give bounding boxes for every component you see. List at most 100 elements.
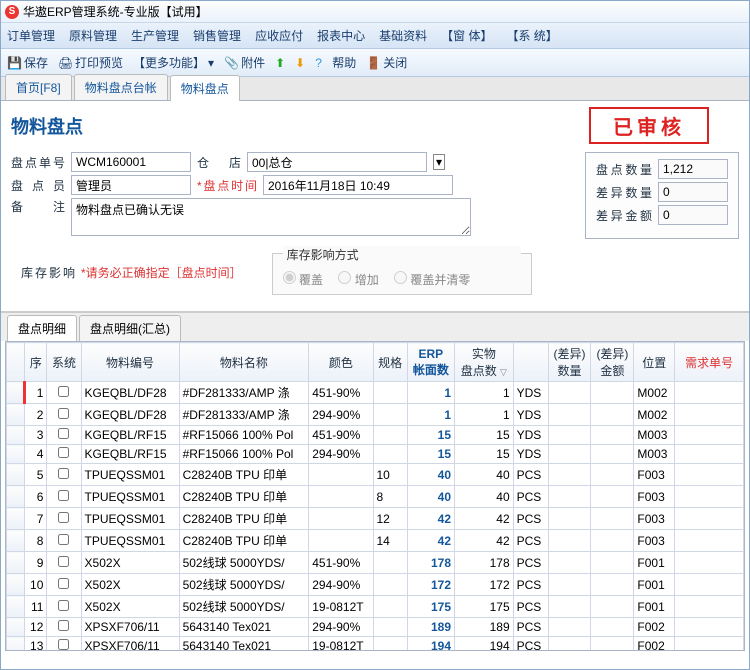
table-row[interactable]: 8 TPUEQSSM01C28240B TPU 印单14 4242PCS F00… [7,530,744,552]
table-row[interactable]: 1 KGEQBL/DF28#DF281333/AMP 涤451-90% 11YD… [7,382,744,404]
radio-overwrite[interactable]: 覆盖 [283,273,323,287]
save-button[interactable]: 💾保存 [7,54,48,71]
table-row[interactable]: 2 KGEQBL/DF28#DF281333/AMP 涤294-90% 11YD… [7,404,744,426]
val-diff-amt [658,205,728,225]
help-icon: ? [315,56,329,70]
col-seq[interactable]: 序 [25,343,47,382]
close-button[interactable]: 🚪关闭 [366,54,407,71]
row-checkbox[interactable] [58,490,69,501]
row-checkbox[interactable] [58,556,69,567]
radio-append[interactable]: 增加 [338,273,378,287]
col-code[interactable]: 物料编号 [81,343,179,382]
tab-home[interactable]: 首页[F8] [5,74,72,100]
menu-window[interactable]: 【窗 体】 [441,27,492,44]
help-button[interactable]: ?帮助 [315,54,356,71]
lbl-diff-amt: 差异金额 [596,207,652,224]
col-rowhead [7,343,25,382]
col-diffqty[interactable]: (差异)数量 [548,343,591,382]
row-checkbox[interactable] [58,428,69,439]
attach-button[interactable]: 📎附件 [224,54,265,71]
row-checkbox[interactable] [58,468,69,479]
val-qty [658,159,728,179]
subtab-detail[interactable]: 盘点明细 [7,315,77,341]
table-row[interactable]: 12 XPSXF706/115643140 Tex021294-90% 1891… [7,618,744,637]
disk-icon: 💾 [7,56,21,70]
lbl-user: 盘点员 [11,177,65,194]
row-checkbox[interactable] [58,534,69,545]
col-name[interactable]: 物料名称 [179,343,309,382]
row-checkbox[interactable] [58,578,69,589]
table-row[interactable]: 4 KGEQBL/RF15#RF15066 100% Pol294-90% 15… [7,445,744,464]
app-icon: S [5,5,19,19]
table-row[interactable]: 3 KGEQBL/RF15#RF15066 100% Pol451-90% 15… [7,426,744,445]
lbl-store: 仓 店 [197,154,241,171]
input-user[interactable] [71,175,191,195]
col-real[interactable]: 实物盘点数 ▽ [455,343,514,382]
table-row[interactable]: 11 X502X502线球 5000YDS/19-0812T 175175PCS… [7,596,744,618]
menu-production[interactable]: 生产管理 [131,27,179,44]
menu-materials[interactable]: 原料管理 [69,27,117,44]
table-row[interactable]: 10 X502X502线球 5000YDS/294-90% 172172PCS … [7,574,744,596]
down-button[interactable]: ⬇ [295,56,305,70]
page-tabs: 首页[F8] 物料盘点台帐 物料盘点 [1,77,749,101]
lbl-time: *盘点时间 [197,177,257,194]
menu-orders[interactable]: 订单管理 [7,27,55,44]
col-color[interactable]: 颜色 [309,343,373,382]
up-button[interactable]: ⬆ [275,56,285,70]
row-checkbox[interactable] [58,600,69,611]
table-row[interactable]: 7 TPUEQSSM01C28240B TPU 印单12 4242PCS F00… [7,508,744,530]
menu-finance[interactable]: 应收应付 [255,27,303,44]
table-row[interactable]: 6 TPUEQSSM01C28240B TPU 印单8 4040PCS F003 [7,486,744,508]
filter-icon[interactable]: ▽ [500,367,507,377]
radio-overwrite-clear[interactable]: 覆盖并清零 [394,273,470,287]
dropdown-icon[interactable]: ▾ [433,154,445,170]
lbl-doc-no: 盘点单号 [11,154,65,171]
more-button[interactable]: 【更多功能】 ▾ [133,54,214,71]
menu-system[interactable]: 【系 统】 [506,27,557,44]
val-diff-qty [658,182,728,202]
audit-stamp: 已审核 [589,107,709,144]
paperclip-icon: 📎 [224,56,238,70]
page-title: 物料盘点 [11,113,83,139]
col-sys[interactable]: 系统 [47,343,81,382]
impact-hint: *请务必正确指定［盘点时间］ [81,264,242,281]
arrow-up-icon: ⬆ [275,56,285,70]
arrow-down-icon: ⬇ [295,56,305,70]
lbl-mode: 库存影响方式 [283,246,521,263]
col-diffamt[interactable]: (差异)金额 [591,343,634,382]
menu-basedata[interactable]: 基础资料 [379,27,427,44]
menubar: 订单管理 原料管理 生产管理 销售管理 应收应付 报表中心 基础资料 【窗 体】… [1,23,749,49]
row-checkbox[interactable] [58,408,69,419]
input-time[interactable] [263,175,453,195]
impact-mode-group: 库存影响方式 覆盖 增加 覆盖并清零 [272,253,532,295]
tab-inventory[interactable]: 物料盘点 [170,75,240,101]
tab-ledger[interactable]: 物料盘点台帐 [74,74,168,100]
menu-sales[interactable]: 销售管理 [193,27,241,44]
printer-icon: 🖨 [58,56,72,70]
titlebar: S 华遨ERP管理系统-专业版【试用】 [1,1,749,23]
row-checkbox[interactable] [58,512,69,523]
row-checkbox[interactable] [58,386,69,397]
input-store[interactable] [247,152,427,172]
table-row[interactable]: 9 X502X502线球 5000YDS/451-90% 178178PCS F… [7,552,744,574]
col-loc[interactable]: 位置 [634,343,675,382]
col-spec[interactable]: 规格 [373,343,407,382]
input-remark[interactable]: 物料盘点已确认无误 [71,198,471,236]
table-row[interactable]: 5 TPUEQSSM01C28240B TPU 印单10 4040PCS F00… [7,464,744,486]
menu-reports[interactable]: 报表中心 [317,27,365,44]
col-req[interactable]: 需求单号 [675,343,744,382]
print-preview-button[interactable]: 🖨打印预览 [58,54,123,71]
input-doc-no[interactable] [71,152,191,172]
subtab-summary[interactable]: 盘点明细(汇总) [79,315,181,341]
lbl-qty: 盘点数量 [596,161,652,178]
row-checkbox[interactable] [58,620,69,631]
col-erp[interactable]: ERP帐面数 [407,343,454,382]
detail-grid[interactable]: 序 系统 物料编号 物料名称 颜色 规格 ERP帐面数 实物盘点数 ▽ (差异)… [5,341,745,651]
table-row[interactable]: 13 XPSXF706/115643140 Tex02119-0812T 194… [7,637,744,652]
row-checkbox[interactable] [58,447,69,458]
lbl-diff-qty: 差异数量 [596,184,652,201]
row-checkbox[interactable] [58,639,69,650]
lbl-remark: 备 注 [11,198,65,215]
col-unit[interactable] [513,343,548,382]
toolbar: 💾保存 🖨打印预览 【更多功能】 ▾ 📎附件 ⬆ ⬇ ?帮助 🚪关闭 [1,49,749,77]
